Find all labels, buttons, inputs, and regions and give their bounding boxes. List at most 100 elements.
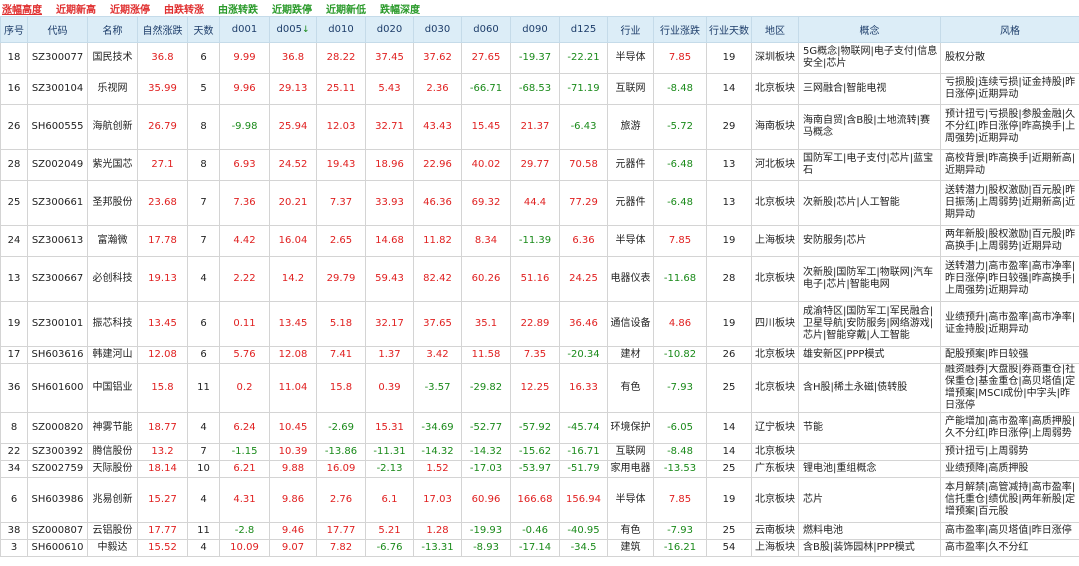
- cell-name[interactable]: 腾信股份: [87, 443, 138, 461]
- col-header-name[interactable]: 名称: [87, 16, 138, 43]
- nav-recent-high[interactable]: 近期新高: [56, 1, 96, 16]
- nav-recent-limit-up[interactable]: 近期涨停: [110, 1, 150, 16]
- cell-code[interactable]: SH603986: [27, 477, 88, 523]
- cell-name[interactable]: 乐视网: [87, 73, 138, 105]
- cell-code[interactable]: SH600555: [27, 104, 88, 150]
- col-header-label: d010: [328, 24, 354, 35]
- cell-code[interactable]: SZ300392: [27, 443, 88, 461]
- cell-code[interactable]: SZ000807: [27, 522, 88, 540]
- table-row[interactable]: 13 SZ300667 必创科技 19.13 4 2.22 14.2 29.79 59.43 82…: [0, 256, 1079, 302]
- cell-name[interactable]: 天际股份: [87, 460, 138, 478]
- cell-code[interactable]: SZ300101: [27, 301, 88, 347]
- nav-recent-low[interactable]: 近期新低: [326, 1, 366, 16]
- nav-recent-limit-down[interactable]: 近期跌停: [272, 1, 312, 16]
- cell-name[interactable]: 振芯科技: [87, 301, 138, 347]
- col-header-d010[interactable]: d010: [316, 16, 366, 43]
- cell-industry: 半导体: [607, 225, 654, 257]
- cell-d005: 10.45: [269, 412, 317, 444]
- cell-name[interactable]: 神雾节能: [87, 412, 138, 444]
- col-header-industry-days[interactable]: 行业天数: [706, 16, 752, 43]
- col-header-industry-change[interactable]: 行业涨跌: [653, 16, 707, 43]
- cell-d090: 44.4: [510, 180, 560, 226]
- cell-name[interactable]: 紫光国芯: [87, 149, 138, 181]
- cell-name[interactable]: 韩建河山: [87, 346, 138, 364]
- cell-code[interactable]: SZ300104: [27, 73, 88, 105]
- col-header-concept[interactable]: 概念: [798, 16, 941, 43]
- cell-code[interactable]: SZ000820: [27, 412, 88, 444]
- table-row[interactable]: 24 SZ300613 富瀚微 17.78 7 4.42 16.04 2.65 14.68 11.…: [0, 225, 1079, 257]
- table-row[interactable]: 6 SH603986 兆易创新 15.27 4 4.31 9.86 2.76 6.1 17.03 6…: [0, 477, 1079, 523]
- cell-seq: 28: [0, 149, 28, 181]
- col-header-style[interactable]: 风格: [940, 16, 1079, 43]
- cell-seq: 3: [0, 539, 28, 557]
- col-header-seq[interactable]: 序号: [0, 16, 28, 43]
- cell-code[interactable]: SH600610: [27, 539, 88, 557]
- cell-d001: 6.93: [219, 149, 270, 181]
- cell-style: 配股预案|昨日较强: [940, 346, 1079, 364]
- cell-name[interactable]: 中毅达: [87, 539, 138, 557]
- table-row[interactable]: 38 SZ000807 云铝股份 17.77 11 -2.8 9.46 17.77 5.21 1.…: [0, 522, 1079, 540]
- cell-d005: 9.88: [269, 460, 317, 478]
- cell-code[interactable]: SZ300613: [27, 225, 88, 257]
- cell-name[interactable]: 中国铝业: [87, 363, 138, 413]
- cell-d020: -6.76: [365, 539, 414, 557]
- nav-fall-depth[interactable]: 跌幅深度: [380, 1, 420, 16]
- cell-d020: 6.1: [365, 477, 414, 523]
- col-header-region[interactable]: 地区: [751, 16, 799, 43]
- col-header-code[interactable]: 代码: [27, 16, 88, 43]
- table-row[interactable]: 25 SZ300661 圣邦股份 23.68 7 7.36 20.21 7.37 33.93 46…: [0, 180, 1079, 226]
- cell-d005: 14.2: [269, 256, 317, 302]
- cell-d001: 4.31: [219, 477, 270, 523]
- nav-rise-height[interactable]: 涨幅高度: [2, 1, 42, 16]
- cell-name[interactable]: 国民技术: [87, 42, 138, 74]
- table-row[interactable]: 26 SH600555 海航创新 26.79 8 -9.98 25.94 12.03 32.71…: [0, 104, 1079, 150]
- table-row[interactable]: 19 SZ300101 振芯科技 13.45 6 0.11 13.45 5.18 32.17 37…: [0, 301, 1079, 347]
- cell-name[interactable]: 圣邦股份: [87, 180, 138, 226]
- cell-region: 上海板块: [751, 225, 799, 257]
- col-header-natural-change[interactable]: 自然涨跌: [137, 16, 188, 43]
- cell-d020: -11.31: [365, 443, 414, 461]
- table-row[interactable]: 36 SH601600 中国铝业 15.8 11 0.2 11.04 15.8 0.39 -3.5…: [0, 363, 1079, 413]
- cell-natural-change: 18.14: [137, 460, 188, 478]
- cell-code[interactable]: SZ002049: [27, 149, 88, 181]
- cell-code[interactable]: SH603616: [27, 346, 88, 364]
- cell-industry-days: 19: [706, 42, 752, 74]
- cell-name[interactable]: 兆易创新: [87, 477, 138, 523]
- cell-name[interactable]: 云铝股份: [87, 522, 138, 540]
- cell-d020: 37.45: [365, 42, 414, 74]
- table-row[interactable]: 22 SZ300392 腾信股份 13.2 7 -1.15 10.39 -13.86 -11.3…: [0, 443, 1079, 461]
- cell-code[interactable]: SZ300661: [27, 180, 88, 226]
- col-header-d090[interactable]: d090: [510, 16, 560, 43]
- col-header-d020[interactable]: d020: [365, 16, 414, 43]
- table-row[interactable]: 17 SH603616 韩建河山 12.08 6 5.76 12.08 7.41 1.37 3.4…: [0, 346, 1079, 364]
- table-row[interactable]: 8 SZ000820 神雾节能 18.77 4 6.24 10.45 -2.69 15.31 -3…: [0, 412, 1079, 444]
- table-row[interactable]: 3 SH600610 中毅达 15.52 4 10.09 9.07 7.82 -6.76 -13.…: [0, 539, 1079, 557]
- cell-d060: 8.34: [461, 225, 511, 257]
- cell-d030: -34.69: [413, 412, 462, 444]
- table-row[interactable]: 34 SZ002759 天际股份 18.14 10 6.21 9.88 16.09 -2.13 1…: [0, 460, 1079, 478]
- table-row[interactable]: 16 SZ300104 乐视网 35.99 5 9.96 29.13 25.11 5.43 2.3…: [0, 73, 1079, 105]
- nav-rise-to-fall[interactable]: 由涨转跌: [218, 1, 258, 16]
- table-row[interactable]: 18 SZ300077 国民技术 36.8 6 9.99 36.8 28.22 37.45 37.…: [0, 42, 1079, 74]
- cell-name[interactable]: 富瀚微: [87, 225, 138, 257]
- col-header-d125[interactable]: d125: [559, 16, 608, 43]
- cell-code[interactable]: SZ002759: [27, 460, 88, 478]
- cell-name[interactable]: 海航创新: [87, 104, 138, 150]
- cell-d001: 0.2: [219, 363, 270, 413]
- cell-d010: 2.76: [316, 477, 366, 523]
- nav-fall-to-rise[interactable]: 由跌转涨: [164, 1, 204, 16]
- col-header-industry[interactable]: 行业: [607, 16, 654, 43]
- table-row[interactable]: 28 SZ002049 紫光国芯 27.1 8 6.93 24.52 19.43 18.96 22…: [0, 149, 1079, 181]
- cell-seq: 36: [0, 363, 28, 413]
- col-header-d030[interactable]: d030: [413, 16, 462, 43]
- col-header-d005[interactable]: d005↓: [269, 16, 317, 43]
- col-header-d060[interactable]: d060: [461, 16, 511, 43]
- cell-code[interactable]: SH601600: [27, 363, 88, 413]
- cell-code[interactable]: SZ300667: [27, 256, 88, 302]
- cell-d005: 20.21: [269, 180, 317, 226]
- col-header-d001[interactable]: d001: [219, 16, 270, 43]
- col-header-days[interactable]: 天数: [187, 16, 220, 43]
- cell-name[interactable]: 必创科技: [87, 256, 138, 302]
- cell-region: 上海板块: [751, 539, 799, 557]
- cell-code[interactable]: SZ300077: [27, 42, 88, 74]
